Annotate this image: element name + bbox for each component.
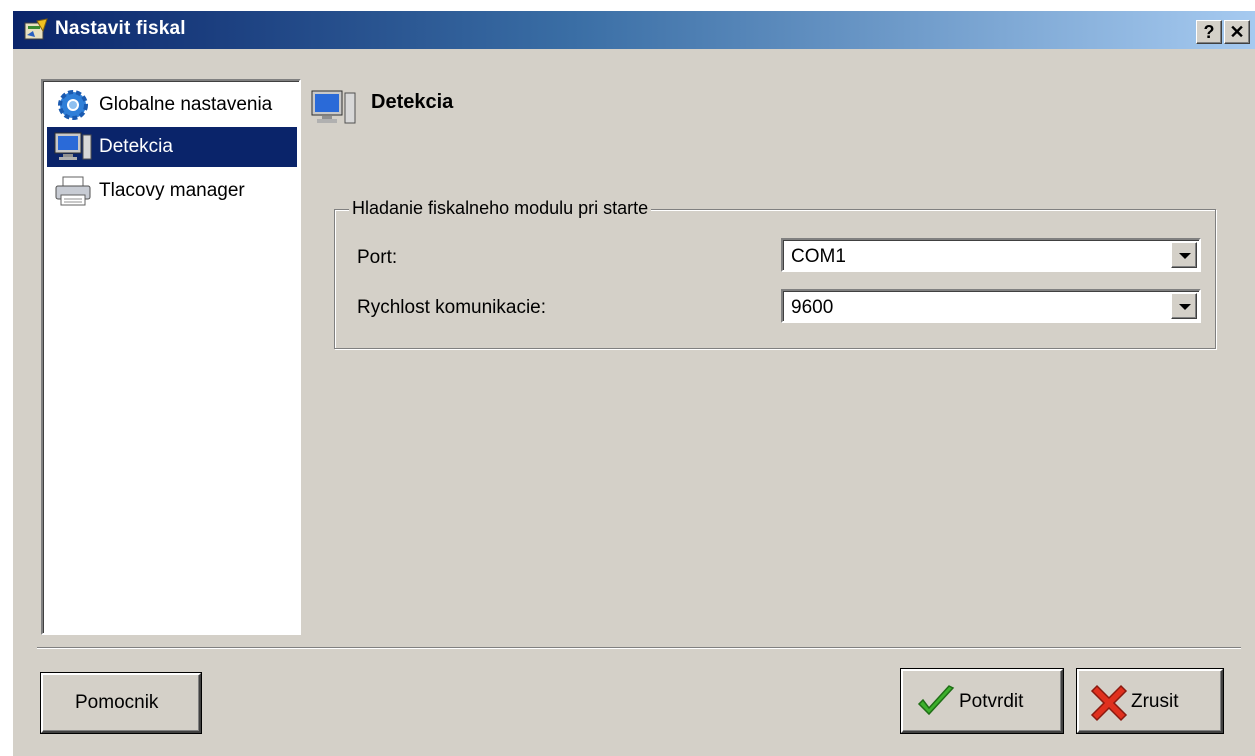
close-icon xyxy=(1090,684,1128,722)
settings-dialog: Nastavit fiskal ? ✕ Globalne nastavenia xyxy=(12,10,1255,756)
button-label: Zrusit xyxy=(1131,691,1179,712)
chevron-down-icon[interactable] xyxy=(1171,293,1197,319)
detection-groupbox: Hladanie fiskalneho modulu pri starte Po… xyxy=(334,198,1216,349)
sidebar-item-detection[interactable]: Detekcia xyxy=(47,127,297,167)
monitor-icon xyxy=(311,90,356,124)
sidebar-item-label: Detekcia xyxy=(99,136,173,157)
checkmark-icon xyxy=(917,685,955,716)
help-button[interactable]: ? xyxy=(1196,20,1222,44)
button-label: Pomocnik xyxy=(75,692,159,713)
sidebar-item-global-settings[interactable]: Globalne nastavenia xyxy=(47,85,297,125)
close-button[interactable]: ✕ xyxy=(1224,20,1250,44)
button-label: Potvrdit xyxy=(959,691,1024,712)
settings-nav-list[interactable]: Globalne nastavenia Detekcia Tlacovy man… xyxy=(41,79,301,635)
chevron-down-icon[interactable] xyxy=(1171,242,1197,268)
sidebar-item-label: Tlacovy manager xyxy=(99,180,245,201)
sidebar-item-label: Globalne nastavenia xyxy=(99,94,273,115)
help-assistant-button[interactable]: Pomocnik xyxy=(41,673,201,733)
divider xyxy=(37,647,1241,649)
confirm-button[interactable]: Potvrdit xyxy=(901,669,1063,733)
port-value: COM1 xyxy=(791,246,846,267)
groupbox-legend: Hladanie fiskalneho modulu pri starte xyxy=(349,198,652,219)
window-title: Nastavit fiskal xyxy=(55,18,186,39)
gear-icon xyxy=(58,90,88,120)
port-select[interactable]: COM1 xyxy=(781,238,1201,272)
app-icon xyxy=(24,18,48,40)
sidebar-item-print-manager[interactable]: Tlacovy manager xyxy=(47,171,297,211)
port-label: Port: xyxy=(357,247,398,268)
help-label: ? xyxy=(1203,22,1215,42)
printer-icon xyxy=(55,176,91,206)
baud-rate-value: 9600 xyxy=(791,297,834,318)
monitor-icon xyxy=(54,132,92,160)
baud-rate-select[interactable]: 9600 xyxy=(781,289,1201,323)
cancel-button[interactable]: Zrusit xyxy=(1077,669,1223,733)
close-icon: ✕ xyxy=(1229,22,1245,42)
baud-rate-label: Rychlost komunikacie: xyxy=(357,297,547,318)
title-bar[interactable]: Nastavit fiskal ? ✕ xyxy=(13,11,1255,49)
panel-title: Detekcia xyxy=(371,91,454,113)
